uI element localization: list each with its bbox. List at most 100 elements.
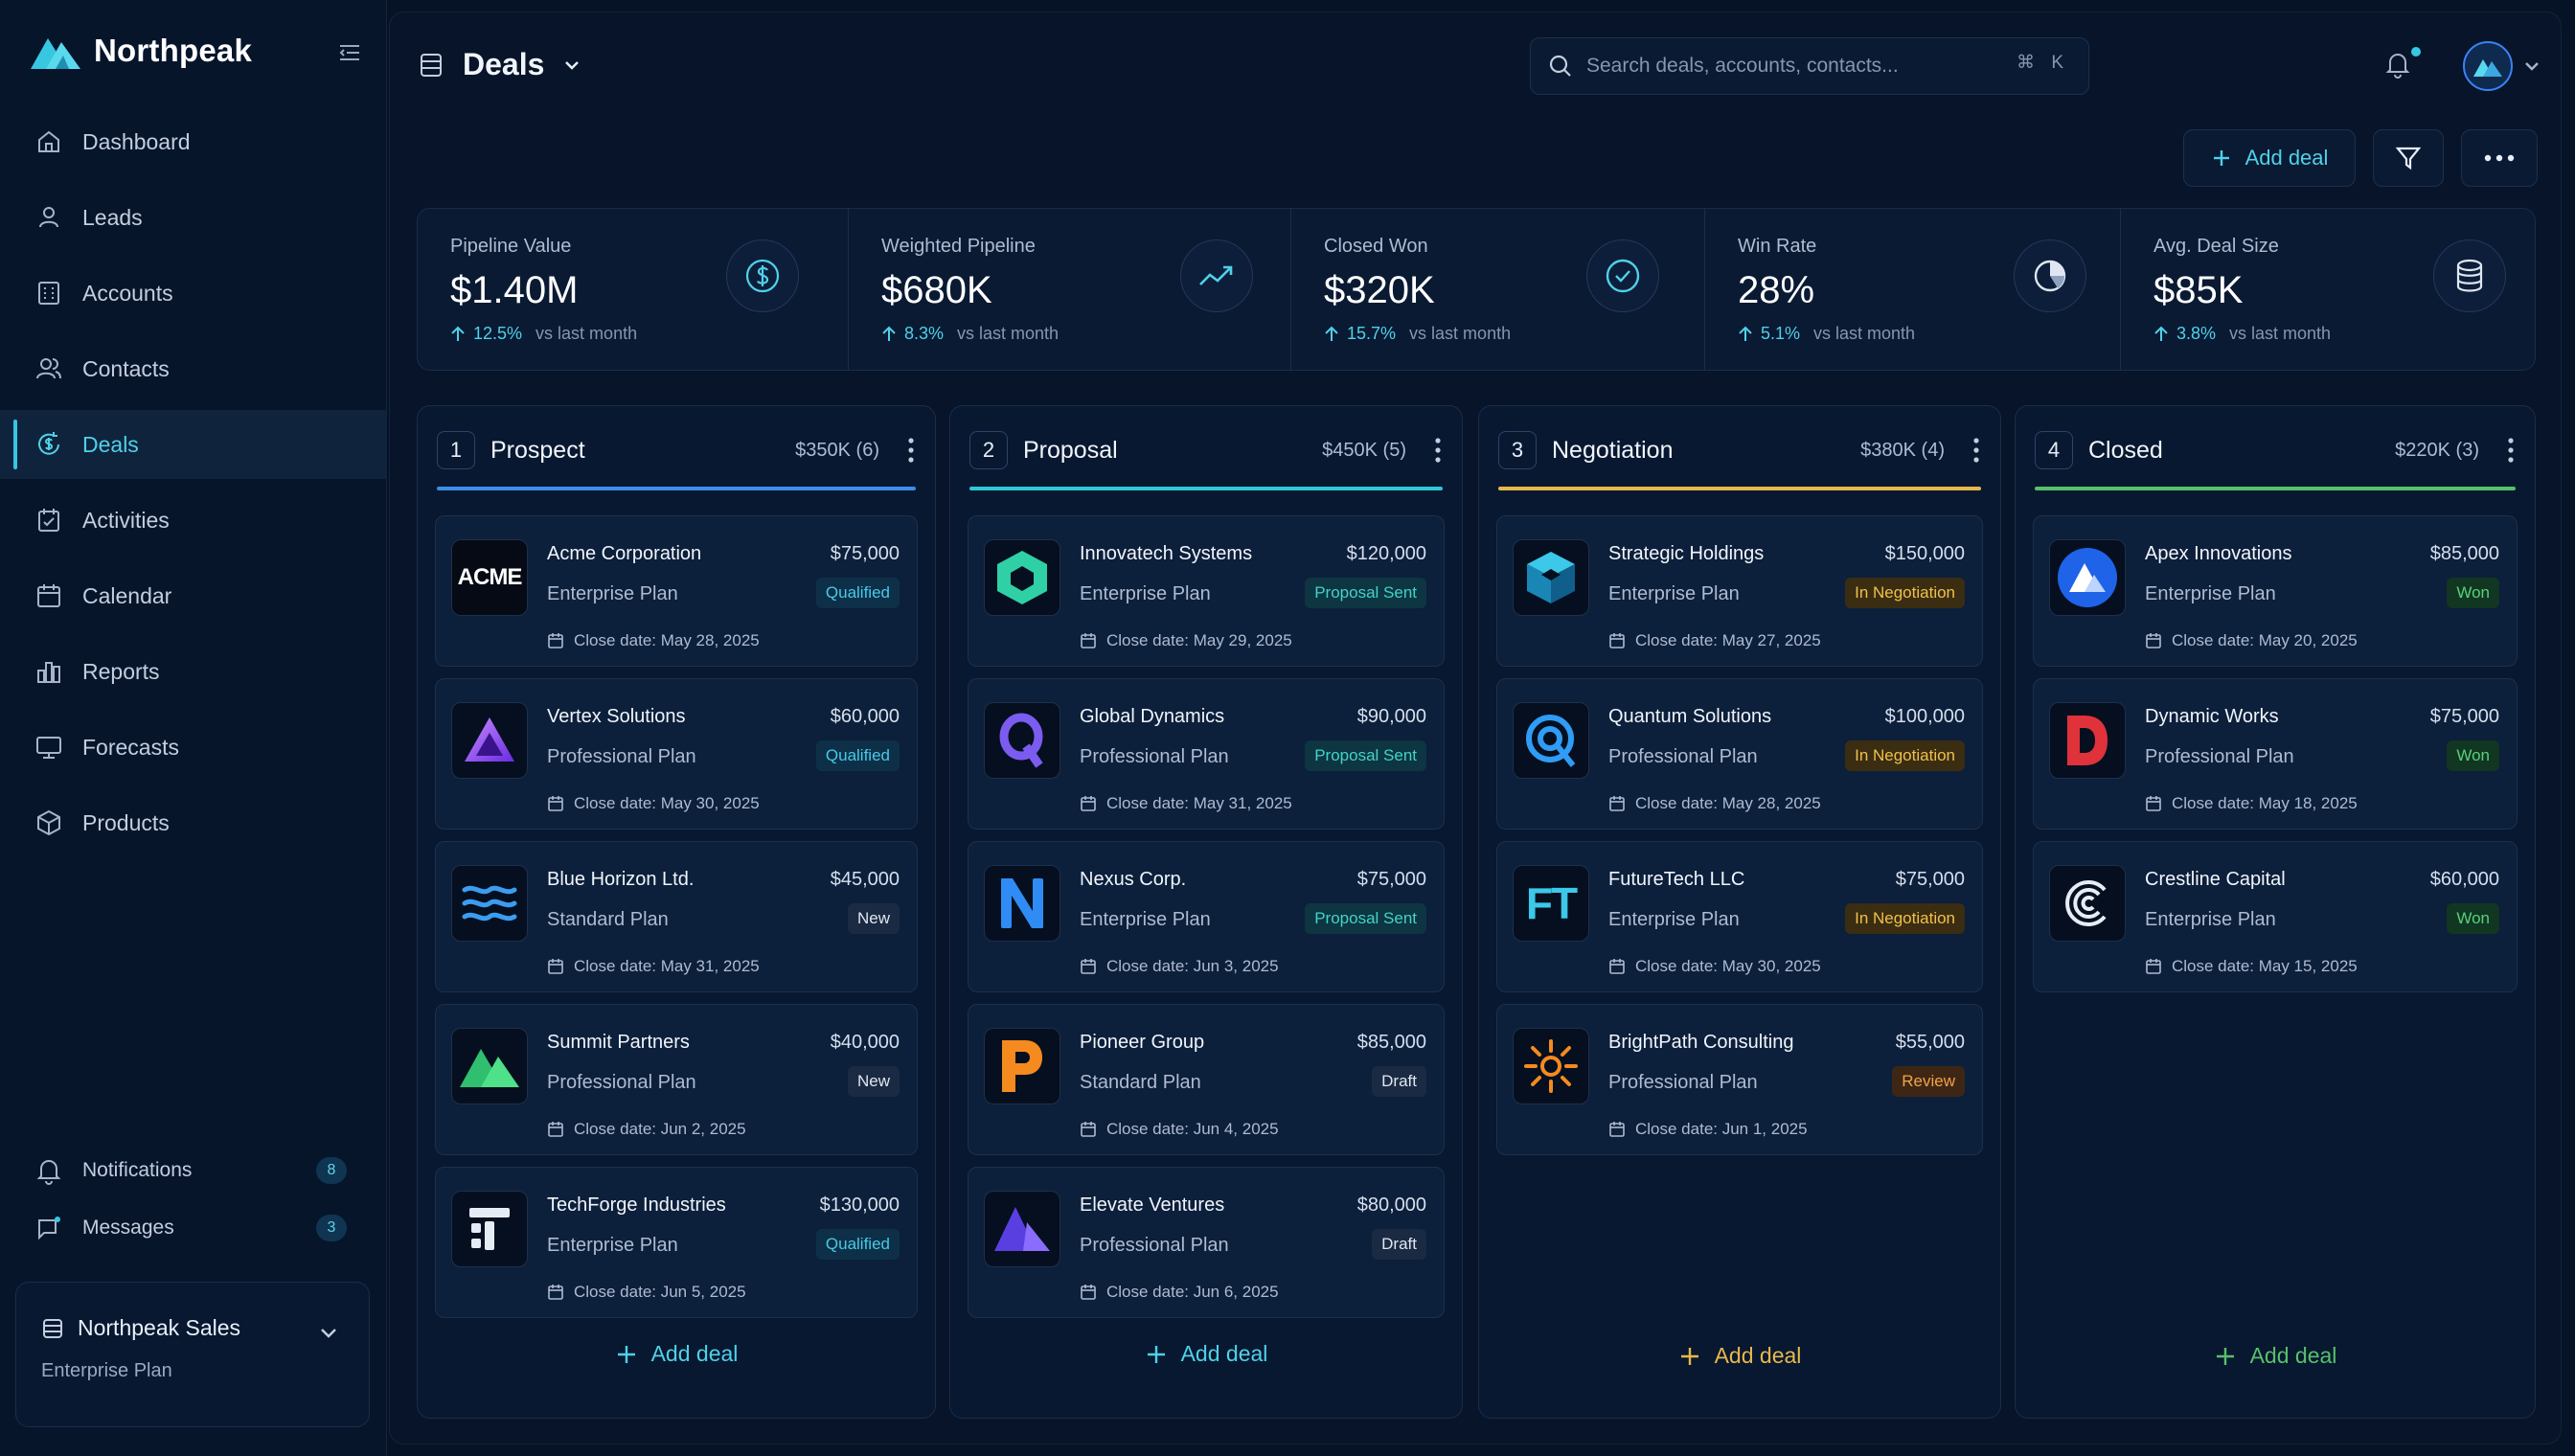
deal-card[interactable]: Strategic Holdings $150,000 Enterprise P… — [1496, 515, 1983, 667]
filter-button[interactable] — [2373, 129, 2444, 187]
deal-plan: Professional Plan — [547, 746, 696, 767]
arrow-up-icon — [1739, 326, 1752, 341]
notification-dot — [2409, 45, 2423, 58]
column-title: Negotiation — [1552, 436, 1674, 464]
more-vertical-icon[interactable] — [1433, 437, 1443, 464]
add-deal-button-proposal[interactable]: Add deal — [950, 1341, 1462, 1367]
trend-up-icon — [1180, 239, 1253, 312]
deal-name: TechForge Industries — [547, 1194, 726, 1216]
page-title: Deals — [463, 47, 545, 81]
deal-close-date-text: Close date: Jun 4, 2025 — [1106, 1120, 1279, 1138]
deal-card[interactable]: Pioneer Group $85,000 Standard Plan Draf… — [968, 1004, 1445, 1155]
stat-change-value: 5.1% — [1761, 324, 1801, 343]
deal-card[interactable]: BrightPath Consulting $55,000 Profession… — [1496, 1004, 1983, 1155]
deal-card[interactable]: Crestline Capital $60,000 Enterprise Pla… — [2033, 841, 2518, 992]
status-badge: Proposal Sent — [1305, 578, 1426, 608]
deal-plan: Professional Plan — [547, 1072, 696, 1093]
deal-name: Crestline Capital — [2145, 869, 2286, 890]
sidebar-item-accounts[interactable]: Accounts — [0, 259, 387, 328]
deal-amount: $100,000 — [1884, 706, 1965, 727]
more-vertical-icon[interactable] — [906, 437, 916, 464]
sidebar-item-calendar[interactable]: Calendar — [0, 561, 387, 630]
calendar-icon — [37, 584, 60, 607]
more-vertical-icon[interactable] — [1971, 437, 1981, 464]
notifications-label: Notifications — [82, 1159, 193, 1181]
sidebar-item-reports[interactable]: Reports — [0, 637, 387, 706]
sidebar-item-forecasts[interactable]: Forecasts — [0, 713, 387, 782]
plus-icon — [2213, 150, 2229, 166]
status-badge: Won — [2447, 903, 2499, 934]
deal-name: Dynamic Works — [2145, 706, 2279, 727]
deal-card[interactable]: TechForge Industries $130,000 Enterprise… — [435, 1167, 918, 1318]
notification-bell-icon[interactable] — [2382, 49, 2413, 80]
stat-avg-deal-size: Avg. Deal Size $85K 3.8% vs last month — [2121, 209, 2535, 370]
app-name: Northpeak — [94, 33, 252, 68]
add-deal-button-negotiation[interactable]: Add deal — [1479, 1343, 2000, 1369]
check-circle-icon — [1586, 239, 1659, 312]
more-vertical-icon[interactable] — [2506, 437, 2516, 464]
deal-card[interactable]: Apex Innovations $85,000 Enterprise Plan… — [2033, 515, 2518, 667]
sidebar-item-deals[interactable]: Deals — [0, 410, 387, 479]
calendar-icon — [1081, 959, 1096, 974]
deal-card[interactable]: Dynamic Works $75,000 Professional Plan … — [2033, 678, 2518, 830]
collapse-sidebar-icon[interactable] — [335, 38, 364, 67]
plus-icon — [1147, 1345, 1165, 1363]
deal-card[interactable]: Blue Horizon Ltd. $45,000 Standard Plan … — [435, 841, 918, 992]
stat-change-value: 15.7% — [1347, 324, 1397, 343]
vertex-logo — [451, 702, 528, 779]
chevron-down-icon[interactable] — [2522, 57, 2541, 76]
deal-card[interactable]: Global Dynamics $90,000 Professional Pla… — [968, 678, 1445, 830]
deal-close-date-text: Close date: Jun 5, 2025 — [574, 1283, 746, 1301]
deal-card[interactable]: FT FutureTech LLC $75,000 Enterprise Pla… — [1496, 841, 1983, 992]
stat-change: 8.3% vs last month — [881, 324, 1290, 344]
sidebar-item-activities[interactable]: Activities — [0, 486, 387, 555]
notifications-link[interactable]: Notifications 8 — [0, 1142, 387, 1199]
more-horizontal-icon — [2484, 154, 2515, 162]
workspace-switcher[interactable]: Northpeak Sales Enterprise Plan — [15, 1282, 370, 1427]
deal-card[interactable]: ACME Acme Corporation $75,000 Enterprise… — [435, 515, 918, 667]
deal-close-date: Close date: May 18, 2025 — [2145, 794, 2358, 813]
building-icon — [38, 282, 59, 305]
home-icon — [38, 130, 59, 152]
sidebar-item-products[interactable]: Products — [0, 788, 387, 857]
stat-change: 5.1% vs last month — [1738, 324, 2120, 344]
brand-logo[interactable]: Northpeak — [31, 33, 252, 69]
messages-link[interactable]: Messages 3 — [0, 1199, 387, 1257]
deal-amount: $60,000 — [830, 706, 900, 727]
add-deal-button-prospect[interactable]: Add deal — [418, 1341, 935, 1367]
deal-amount: $40,000 — [830, 1032, 900, 1053]
sidebar: Northpeak Dashboard Leads Accounts Conta… — [0, 0, 387, 1456]
elevate-logo — [984, 1191, 1060, 1267]
sidebar-item-leads[interactable]: Leads — [0, 183, 387, 252]
search-input[interactable] — [1586, 55, 2008, 78]
deal-card[interactable]: Vertex Solutions $60,000 Professional Pl… — [435, 678, 918, 830]
deal-card[interactable]: Quantum Solutions $100,000 Professional … — [1496, 678, 1983, 830]
deal-name: Global Dynamics — [1080, 706, 1225, 727]
pipeline-column-prospect: 1 Prospect $350K (6) ACME Acme Corporati… — [417, 405, 936, 1419]
deal-amount: $80,000 — [1356, 1194, 1426, 1216]
search-bar[interactable]: ⌘ K — [1530, 37, 2089, 95]
users-icon — [36, 358, 61, 379]
calendar-icon — [1081, 1285, 1096, 1300]
deal-close-date: Close date: May 30, 2025 — [1608, 957, 1821, 976]
user-logo-icon — [2473, 59, 2502, 77]
avatar[interactable] — [2463, 41, 2513, 91]
waves-logo — [451, 865, 528, 942]
deal-card[interactable]: Innovatech Systems $120,000 Enterprise P… — [968, 515, 1445, 667]
sidebar-item-dashboard[interactable]: Dashboard — [0, 107, 387, 176]
search-shortcut: ⌘ K — [2017, 53, 2069, 73]
more-options-button[interactable] — [2461, 129, 2538, 187]
deal-card[interactable]: Nexus Corp. $75,000 Enterprise Plan Prop… — [968, 841, 1445, 992]
deal-name: Summit Partners — [547, 1032, 690, 1053]
column-color-bar — [2035, 487, 2516, 490]
sidebar-item-contacts[interactable]: Contacts — [0, 334, 387, 403]
deal-plan: Enterprise Plan — [547, 1235, 678, 1256]
status-badge: Draft — [1372, 1229, 1426, 1260]
status-badge: In Negotiation — [1845, 578, 1965, 608]
deal-card[interactable]: Summit Partners $40,000 Professional Pla… — [435, 1004, 918, 1155]
page-title-dropdown[interactable]: Deals — [417, 47, 582, 82]
add-deal-button[interactable]: Add deal — [2183, 129, 2356, 187]
deal-card[interactable]: Elevate Ventures $80,000 Professional Pl… — [968, 1167, 1445, 1318]
add-deal-button-closed[interactable]: Add deal — [2016, 1343, 2535, 1369]
deal-amount: $75,000 — [1356, 869, 1426, 890]
